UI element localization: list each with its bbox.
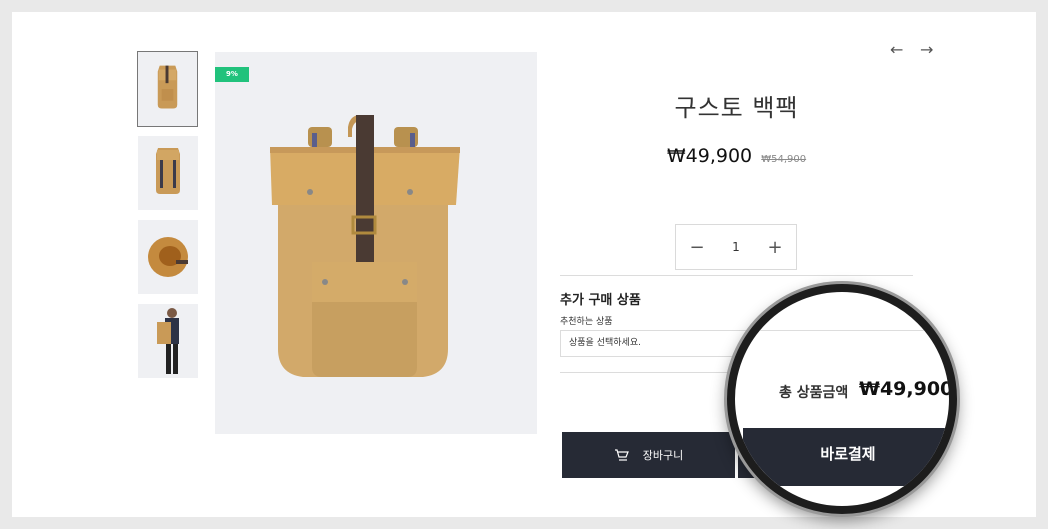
- total-label: 총 상품금액: [779, 385, 849, 401]
- next-arrow-icon[interactable]: →: [920, 40, 933, 59]
- sale-price: ₩49,900: [666, 145, 753, 167]
- main-product-image: 9%: [215, 52, 537, 434]
- magnifier-lens: 총 상품금액 ₩49,900 바로결제: [727, 284, 957, 514]
- minus-icon[interactable]: −: [689, 237, 705, 258]
- product-title: 구스토 백팩: [674, 94, 799, 122]
- thumbnail-model[interactable]: [138, 304, 198, 378]
- prev-arrow-icon[interactable]: ←: [890, 40, 903, 59]
- buy-now-button[interactable]: 바로결제: [743, 428, 949, 486]
- plus-icon[interactable]: +: [767, 237, 783, 258]
- cart-icon: [614, 449, 629, 461]
- add-to-cart-button[interactable]: 장바구니: [562, 432, 735, 478]
- divider: [560, 275, 913, 276]
- thumbnail-back[interactable]: [138, 136, 198, 210]
- quantity-stepper: − 1 +: [675, 224, 797, 270]
- quantity-value[interactable]: 1: [732, 240, 740, 254]
- discount-badge: 9%: [215, 67, 249, 82]
- addon-title: 추가 구매 상품: [560, 293, 641, 308]
- backpack-image: [270, 115, 460, 377]
- recommended-label: 추천하는 상품: [560, 317, 613, 327]
- cart-label: 장바구니: [642, 449, 684, 462]
- thumbnail-top[interactable]: [138, 220, 198, 294]
- thumbnail-front[interactable]: [137, 51, 198, 127]
- original-price: ₩54,900: [761, 154, 807, 165]
- lens-divider: [735, 330, 949, 331]
- price-row: ₩49,900 ₩54,900: [560, 145, 913, 167]
- total-amount: ₩49,900: [859, 378, 954, 400]
